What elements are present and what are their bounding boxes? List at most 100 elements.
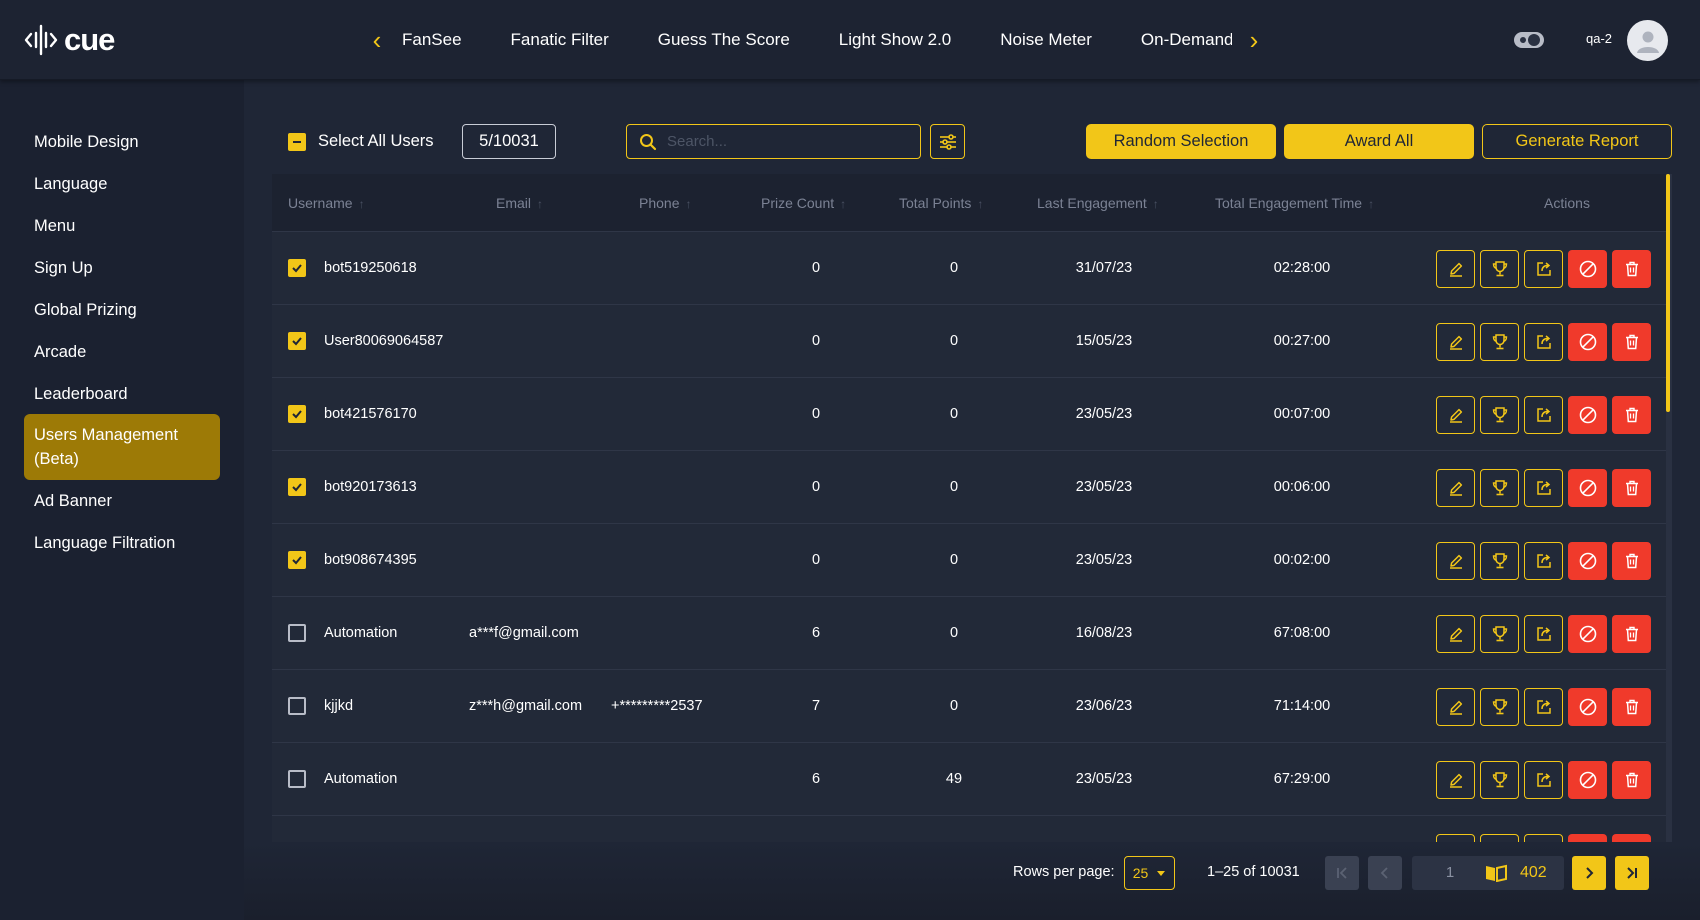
award-user-button[interactable] xyxy=(1480,542,1519,580)
column-header-email[interactable]: Email ↑ xyxy=(496,174,543,232)
column-header-total-points[interactable]: Total Points ↑ xyxy=(899,174,983,232)
ban-user-button[interactable] xyxy=(1568,323,1607,361)
award-user-button[interactable] xyxy=(1480,688,1519,726)
generate-report-button[interactable]: Generate Report xyxy=(1482,124,1672,159)
row-checkbox[interactable] xyxy=(288,259,306,277)
award-user-button[interactable] xyxy=(1480,323,1519,361)
edit-user-button[interactable] xyxy=(1436,396,1475,434)
award-user-button[interactable] xyxy=(1480,834,1519,842)
last-page-button[interactable] xyxy=(1615,856,1649,890)
column-header-last-engagement[interactable]: Last Engagement ↑ xyxy=(1037,174,1159,232)
edit-user-button[interactable] xyxy=(1436,834,1475,842)
edit-user-button[interactable] xyxy=(1436,542,1475,580)
share-user-button[interactable] xyxy=(1524,469,1563,507)
ban-user-button[interactable] xyxy=(1568,469,1607,507)
tab-on-demand[interactable]: On-Demand xyxy=(1141,0,1232,80)
edit-user-button[interactable] xyxy=(1436,615,1475,653)
edit-user-button[interactable] xyxy=(1436,250,1475,288)
edit-user-button[interactable] xyxy=(1436,688,1475,726)
sidebar-item-ad-banner[interactable]: Ad Banner xyxy=(24,489,220,513)
prev-page-button[interactable] xyxy=(1368,856,1402,890)
random-selection-button[interactable]: Random Selection xyxy=(1086,124,1276,159)
select-all-checkbox[interactable] xyxy=(288,132,306,151)
theme-toggle[interactable] xyxy=(1514,31,1544,54)
rows-per-page-select[interactable]: 25 xyxy=(1124,856,1175,890)
sidebar-item-menu[interactable]: Menu xyxy=(24,214,220,238)
share-user-button[interactable] xyxy=(1524,761,1563,799)
share-user-button[interactable] xyxy=(1524,615,1563,653)
vertical-scrollbar[interactable] xyxy=(1666,174,1672,842)
delete-user-button[interactable] xyxy=(1612,323,1651,361)
sidebar-item-language[interactable]: Language xyxy=(24,172,220,196)
nav-prev-button[interactable]: ‹ xyxy=(362,24,392,56)
delete-user-button[interactable] xyxy=(1612,615,1651,653)
ban-user-button[interactable] xyxy=(1568,834,1607,842)
ban-user-button[interactable] xyxy=(1568,542,1607,580)
sidebar-item-sign-up[interactable]: Sign Up xyxy=(24,256,220,280)
nav-next-button[interactable]: › xyxy=(1239,24,1269,56)
delete-user-button[interactable] xyxy=(1612,542,1651,580)
ban-user-button[interactable] xyxy=(1568,688,1607,726)
share-icon xyxy=(1536,627,1551,641)
award-user-button[interactable] xyxy=(1480,396,1519,434)
share-user-button[interactable] xyxy=(1524,250,1563,288)
share-user-button[interactable] xyxy=(1524,834,1563,842)
tab-noise-meter[interactable]: Noise Meter xyxy=(1000,0,1092,80)
sidebar-item-global-prizing[interactable]: Global Prizing xyxy=(24,298,220,322)
scrollbar-thumb[interactable] xyxy=(1666,174,1670,412)
row-checkbox[interactable] xyxy=(288,770,306,788)
row-checkbox[interactable] xyxy=(288,551,306,569)
award-user-button[interactable] xyxy=(1480,615,1519,653)
delete-user-button[interactable] xyxy=(1612,250,1651,288)
select-all-control[interactable]: Select All Users xyxy=(288,132,434,151)
row-checkbox[interactable] xyxy=(288,405,306,423)
delete-user-button[interactable] xyxy=(1612,834,1651,842)
ban-user-button[interactable] xyxy=(1568,615,1607,653)
avatar[interactable] xyxy=(1627,20,1668,61)
sidebar-item-language-filtration[interactable]: Language Filtration xyxy=(24,531,220,555)
search-input[interactable] xyxy=(667,133,907,150)
column-header-total-engagement-time[interactable]: Total Engagement Time ↑ xyxy=(1215,174,1374,232)
sidebar-item-users-management[interactable]: Users Management (Beta) xyxy=(24,414,220,480)
tab-guess-the-score[interactable]: Guess The Score xyxy=(658,0,790,80)
row-checkbox[interactable] xyxy=(288,624,306,642)
chevron-right-icon xyxy=(1586,867,1594,879)
current-page-input[interactable]: 1 xyxy=(1412,856,1488,890)
first-page-button[interactable] xyxy=(1325,856,1359,890)
edit-user-button[interactable] xyxy=(1436,761,1475,799)
share-user-button[interactable] xyxy=(1524,542,1563,580)
search-field[interactable] xyxy=(626,124,921,159)
sidebar-item-mobile-design[interactable]: Mobile Design xyxy=(24,130,220,154)
share-user-button[interactable] xyxy=(1524,396,1563,434)
award-user-button[interactable] xyxy=(1480,250,1519,288)
award-all-button[interactable]: Award All xyxy=(1284,124,1474,159)
edit-user-button[interactable] xyxy=(1436,469,1475,507)
delete-user-button[interactable] xyxy=(1612,688,1651,726)
next-page-button[interactable] xyxy=(1572,856,1606,890)
last-page-icon xyxy=(1627,867,1637,879)
tab-fanatic-filter[interactable]: Fanatic Filter xyxy=(511,0,609,80)
cue-logo[interactable]: cue xyxy=(24,20,115,60)
column-header-prize-count[interactable]: Prize Count ↑ xyxy=(761,174,846,232)
award-user-button[interactable] xyxy=(1480,469,1519,507)
sidebar-item-arcade[interactable]: Arcade xyxy=(24,340,220,364)
sidebar-item-leaderboard[interactable]: Leaderboard xyxy=(24,382,220,406)
ban-user-button[interactable] xyxy=(1568,396,1607,434)
share-user-button[interactable] xyxy=(1524,323,1563,361)
tab-fansee[interactable]: FanSee xyxy=(402,0,462,80)
delete-user-button[interactable] xyxy=(1612,396,1651,434)
tab-light-show[interactable]: Light Show 2.0 xyxy=(839,0,951,80)
edit-user-button[interactable] xyxy=(1436,323,1475,361)
ban-user-button[interactable] xyxy=(1568,250,1607,288)
row-checkbox[interactable] xyxy=(288,332,306,350)
delete-user-button[interactable] xyxy=(1612,469,1651,507)
row-checkbox[interactable] xyxy=(288,478,306,496)
column-header-username[interactable]: Username ↑ xyxy=(288,174,365,232)
delete-user-button[interactable] xyxy=(1612,761,1651,799)
award-user-button[interactable] xyxy=(1480,761,1519,799)
column-header-phone[interactable]: Phone ↑ xyxy=(639,174,691,232)
ban-user-button[interactable] xyxy=(1568,761,1607,799)
filter-button[interactable] xyxy=(930,124,965,159)
share-user-button[interactable] xyxy=(1524,688,1563,726)
row-checkbox[interactable] xyxy=(288,697,306,715)
